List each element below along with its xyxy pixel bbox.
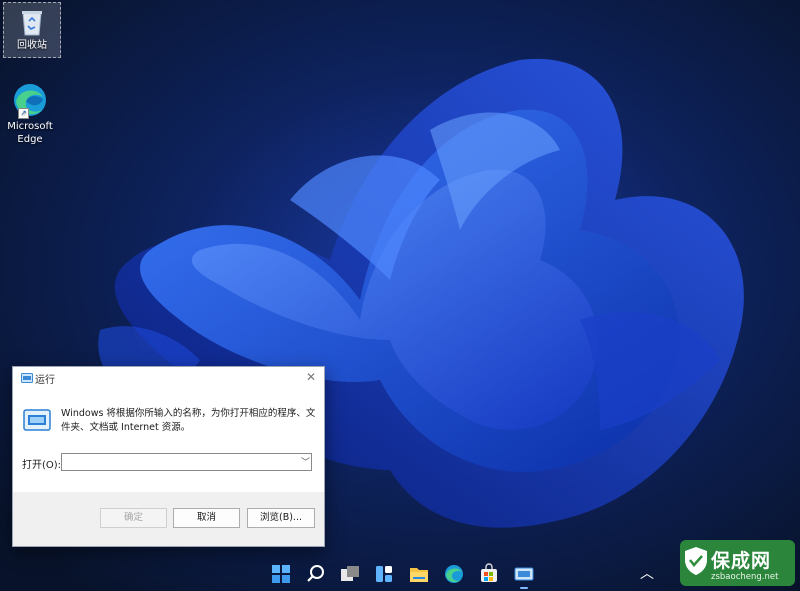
file-explorer-icon[interactable]: [408, 563, 430, 585]
store-icon[interactable]: [478, 563, 500, 585]
run-app-icon: [23, 409, 51, 434]
recycle-bin-icon: [19, 7, 45, 37]
close-icon[interactable]: ✕: [304, 370, 318, 384]
edge-icon: ↗: [12, 82, 48, 119]
run-dialog: 运行 ✕ Windows 将根据你所输入的名称，为你打开相应的程序、文件夹、文档…: [12, 366, 325, 547]
browse-button[interactable]: 浏览(B)...: [247, 508, 315, 528]
desktop-icon-label: 回收站: [17, 40, 47, 51]
run-dialog-description: Windows 将根据你所输入的名称，为你打开相应的程序、文件夹、文档或 Int…: [61, 408, 316, 433]
task-view-icon[interactable]: [339, 563, 361, 585]
run-command-input[interactable]: [61, 453, 312, 471]
shortcut-arrow-icon: ↗: [18, 108, 29, 119]
active-indicator: [520, 587, 528, 589]
watermark-url: zsbaocheng.net: [711, 572, 779, 582]
open-label: 打开(O):: [22, 460, 62, 471]
chevron-down-icon[interactable]: ﹀: [301, 455, 310, 468]
search-icon[interactable]: [305, 563, 327, 585]
edge-icon[interactable]: [443, 563, 465, 585]
run-dialog-title: 运行: [35, 375, 55, 386]
ok-button[interactable]: 确定: [100, 508, 167, 528]
start-icon[interactable]: [270, 563, 292, 585]
watermark-title: 保成网: [711, 550, 772, 572]
cancel-button[interactable]: 取消: [173, 508, 240, 528]
run-icon[interactable]: [513, 563, 535, 589]
desktop-icon-recycle-bin[interactable]: 回收站: [3, 2, 61, 58]
desktop-icon-label: Microsoft Edge: [7, 121, 53, 145]
widgets-icon[interactable]: [373, 563, 395, 585]
watermark-shield-icon: [684, 546, 708, 580]
run-small-icon: [21, 373, 33, 386]
chevron-up-icon[interactable]: ︿: [640, 563, 654, 583]
run-dialog-titlebar[interactable]: 运行 ✕: [13, 367, 324, 389]
desktop-icon-edge[interactable]: ↗ Microsoft Edge: [2, 78, 58, 148]
